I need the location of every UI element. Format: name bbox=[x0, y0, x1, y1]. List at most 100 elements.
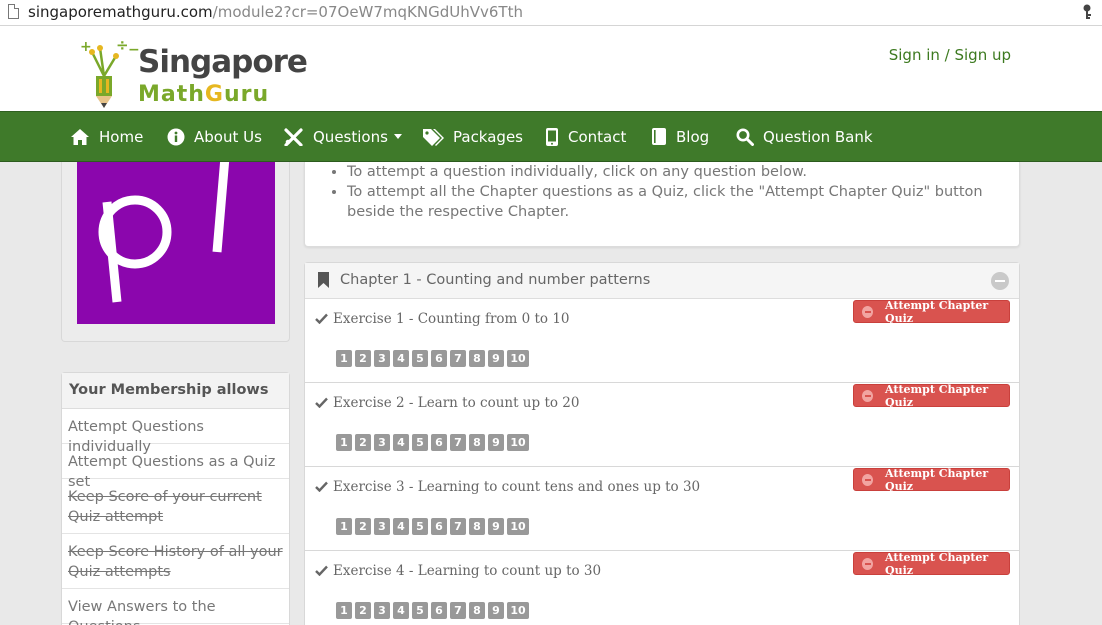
question-badge[interactable]: 3 bbox=[374, 602, 390, 619]
question-badge[interactable]: 2 bbox=[355, 602, 371, 619]
exercise-row: Exercise 4 - Learning to count up to 30 … bbox=[305, 551, 1019, 625]
question-badge[interactable]: 10 bbox=[507, 518, 529, 535]
info-icon bbox=[167, 128, 185, 145]
chapter-panel: Chapter 1 - Counting and number patterns… bbox=[304, 262, 1020, 625]
nav-packages-label: Packages bbox=[453, 127, 523, 146]
sign-in-link[interactable]: Sign in / Sign up bbox=[889, 46, 1011, 64]
exercise-title: Exercise 3 - Learning to count tens and … bbox=[333, 479, 701, 495]
question-badge[interactable]: 2 bbox=[355, 434, 371, 451]
url-text[interactable]: singaporemathguru.com/module2?cr=07OeW7m… bbox=[28, 3, 523, 21]
exercise-row: Exercise 3 - Learning to count tens and … bbox=[305, 467, 1019, 551]
minus-circle-icon bbox=[862, 473, 874, 486]
instruction-item: To attempt all the Chapter questions as … bbox=[347, 182, 1007, 222]
question-badge[interactable]: 5 bbox=[412, 434, 428, 451]
nav-packages[interactable]: Packages bbox=[422, 112, 523, 161]
logo-text-uru: uru bbox=[223, 82, 270, 107]
question-badge[interactable]: 10 bbox=[507, 434, 529, 451]
question-badge[interactable]: 1 bbox=[336, 518, 352, 535]
question-badge[interactable]: 9 bbox=[488, 434, 504, 451]
question-badge[interactable]: 1 bbox=[336, 434, 352, 451]
key-icon[interactable] bbox=[1082, 4, 1092, 24]
question-badge[interactable]: 4 bbox=[393, 434, 409, 451]
exercise-row: Exercise 2 - Learn to count up to 20 Att… bbox=[305, 383, 1019, 467]
nav-about[interactable]: About Us bbox=[167, 112, 262, 161]
question-badge[interactable]: 2 bbox=[355, 518, 371, 535]
question-badge[interactable]: 6 bbox=[431, 434, 447, 451]
tags-icon bbox=[423, 128, 444, 146]
question-badge[interactable]: 4 bbox=[393, 602, 409, 619]
attempt-chapter-quiz-button[interactable]: Attempt Chapter Quiz bbox=[853, 383, 1010, 409]
membership-item-disabled: Keep Score History of all your Quiz atte… bbox=[62, 534, 289, 589]
question-list: 1 2 3 4 5 6 7 8 9 10 bbox=[336, 434, 532, 451]
question-badge[interactable]: 8 bbox=[469, 602, 485, 619]
chapter-header[interactable]: Chapter 1 - Counting and number patterns bbox=[305, 263, 1019, 299]
tools-icon bbox=[284, 127, 303, 146]
main-nav: Home About Us Questions Packages Contact… bbox=[0, 111, 1102, 162]
checkmark-icon bbox=[315, 481, 328, 492]
question-badge[interactable]: 10 bbox=[507, 602, 529, 619]
question-badge[interactable]: 3 bbox=[374, 518, 390, 535]
question-badge[interactable]: 9 bbox=[488, 518, 504, 535]
checkmark-icon bbox=[315, 565, 328, 576]
site-header: + ÷ − Singapore MathGuru Sign in / Sign … bbox=[0, 26, 1102, 111]
question-badge[interactable]: 7 bbox=[450, 434, 466, 451]
question-badge[interactable]: 8 bbox=[469, 350, 485, 367]
attempt-chapter-quiz-button[interactable]: Attempt Chapter Quiz bbox=[853, 466, 1010, 493]
question-badge[interactable]: 5 bbox=[412, 602, 428, 619]
question-badge[interactable]: 6 bbox=[431, 350, 447, 367]
membership-item: View Answers to the Questions bbox=[62, 589, 289, 625]
nav-questions[interactable]: Questions bbox=[284, 112, 402, 161]
quiz-button-label: Attempt Chapter Quiz bbox=[885, 550, 989, 577]
phone-icon bbox=[546, 127, 558, 146]
attempt-chapter-quiz-button[interactable]: Attempt Chapter Quiz bbox=[853, 550, 1010, 577]
question-badge[interactable]: 3 bbox=[374, 434, 390, 451]
attempt-chapter-quiz-button[interactable]: Attempt Chapter Quiz bbox=[853, 299, 1010, 325]
instruction-item: To attempt a question individually, clic… bbox=[347, 162, 1007, 182]
question-badge[interactable]: 8 bbox=[469, 518, 485, 535]
question-badge[interactable]: 6 bbox=[431, 602, 447, 619]
profile-avatar-panel bbox=[61, 162, 290, 342]
logo-text-g: G bbox=[204, 82, 224, 107]
nav-question-bank[interactable]: Question Bank bbox=[736, 112, 873, 161]
collapse-button[interactable] bbox=[991, 272, 1009, 290]
question-badge[interactable]: 2 bbox=[355, 350, 371, 367]
question-badge[interactable]: 7 bbox=[450, 518, 466, 535]
membership-title: Your Membership allows bbox=[62, 373, 289, 409]
book-icon bbox=[652, 128, 666, 145]
chapter-title: Chapter 1 - Counting and number patterns bbox=[340, 272, 651, 288]
nav-home-label: Home bbox=[99, 127, 144, 146]
chevron-down-icon bbox=[393, 134, 402, 139]
question-badge[interactable]: 4 bbox=[393, 518, 409, 535]
question-badge[interactable]: 6 bbox=[431, 518, 447, 535]
exercise-title: Exercise 4 - Learning to count up to 30 bbox=[333, 563, 602, 579]
question-badge[interactable]: 4 bbox=[393, 350, 409, 367]
nav-questions-label: Questions bbox=[313, 127, 388, 146]
nav-home[interactable]: Home bbox=[70, 112, 143, 161]
nav-question-bank-label: Question Bank bbox=[763, 127, 873, 146]
nav-contact[interactable]: Contact bbox=[545, 112, 626, 161]
question-badge[interactable]: 5 bbox=[412, 518, 428, 535]
question-badge[interactable]: 10 bbox=[507, 350, 529, 367]
question-badge[interactable]: 9 bbox=[488, 350, 504, 367]
question-badge[interactable]: 7 bbox=[450, 602, 466, 619]
site-logo[interactable]: + ÷ − Singapore MathGuru bbox=[78, 36, 308, 111]
avatar bbox=[77, 162, 275, 324]
minus-circle-icon bbox=[862, 389, 874, 402]
question-list: 1 2 3 4 5 6 7 8 9 10 bbox=[336, 602, 532, 619]
membership-item: Attempt Questions individually bbox=[62, 409, 289, 455]
browser-url-bar[interactable]: singaporemathguru.com/module2?cr=07OeW7m… bbox=[0, 0, 1102, 26]
question-badge[interactable]: 5 bbox=[412, 350, 428, 367]
exercise-row: Exercise 1 - Counting from 0 to 10 Attem… bbox=[305, 299, 1019, 383]
question-badge[interactable]: 3 bbox=[374, 350, 390, 367]
url-path: /module2?cr=07OeW7mqKNGdUhVv6Tth bbox=[212, 3, 523, 21]
question-badge[interactable]: 1 bbox=[336, 350, 352, 367]
avatar-letters-image bbox=[98, 162, 230, 303]
question-badge[interactable]: 9 bbox=[488, 602, 504, 619]
quiz-button-label: Attempt Chapter Quiz bbox=[885, 466, 989, 493]
logo-text-math: Math bbox=[138, 82, 205, 107]
question-badge[interactable]: 7 bbox=[450, 350, 466, 367]
nav-about-label: About Us bbox=[194, 127, 262, 146]
question-badge[interactable]: 8 bbox=[469, 434, 485, 451]
nav-blog[interactable]: Blog bbox=[651, 112, 709, 161]
question-badge[interactable]: 1 bbox=[336, 602, 352, 619]
